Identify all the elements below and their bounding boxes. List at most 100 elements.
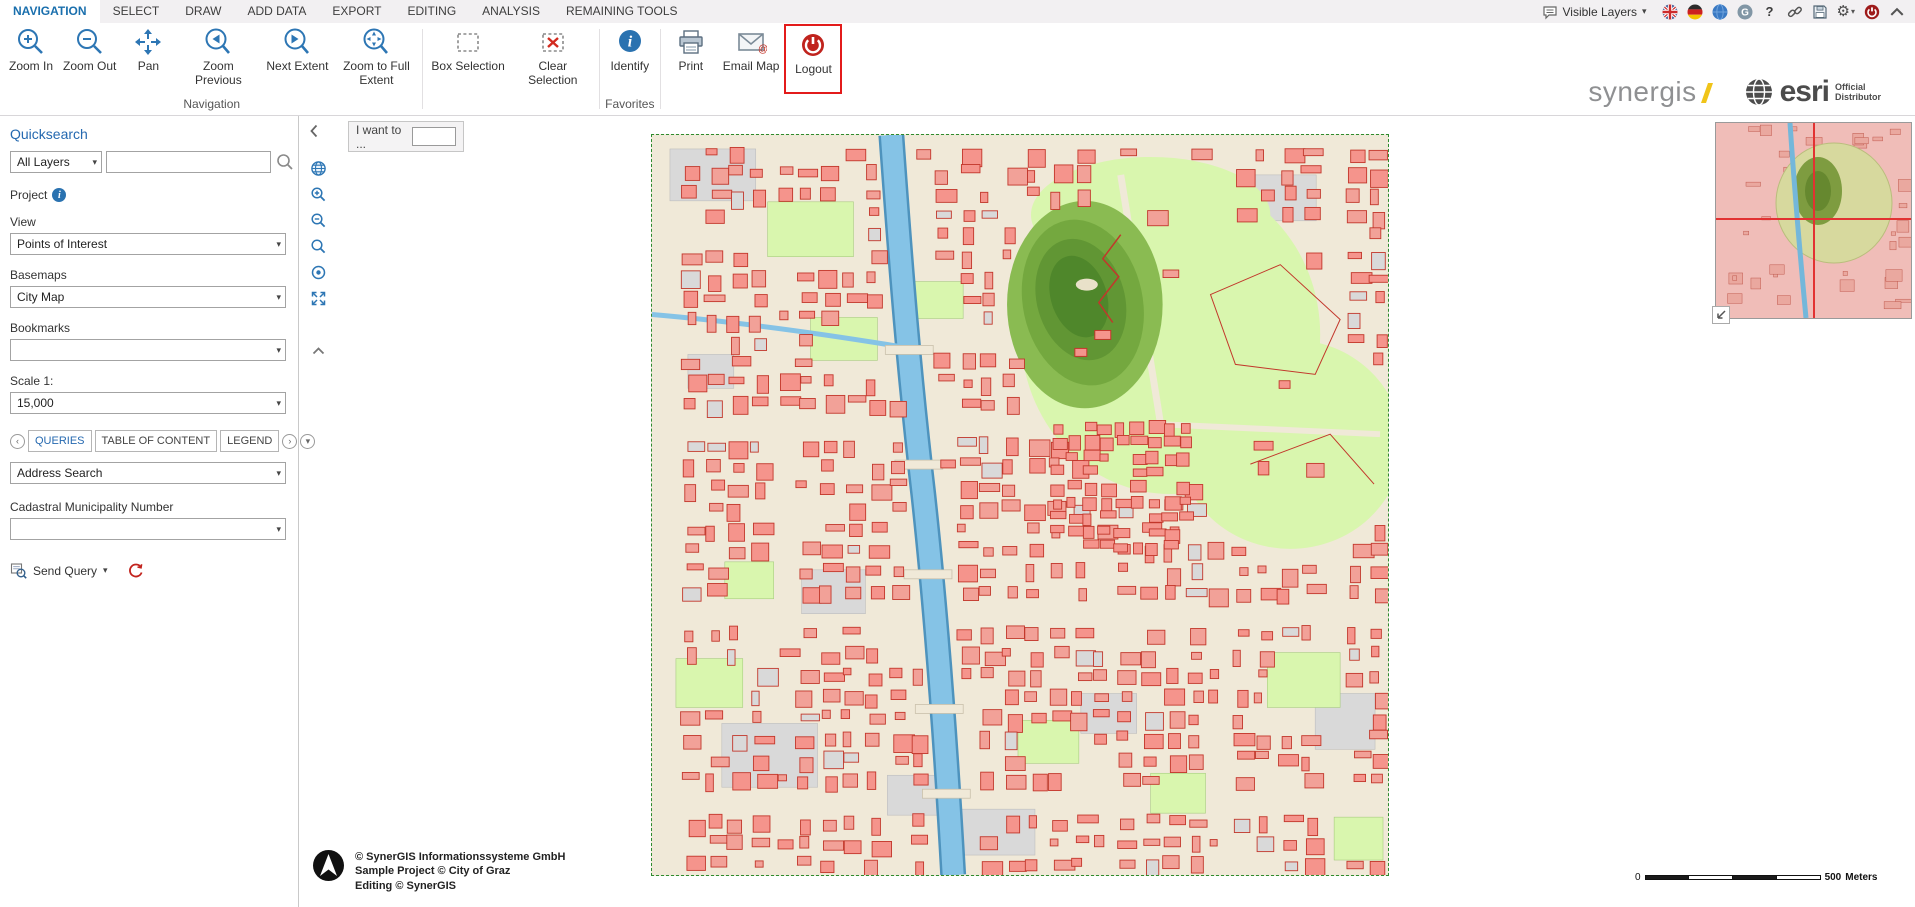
zoom-in-label: Zoom In bbox=[9, 60, 53, 74]
zoom-in-icon bbox=[15, 26, 47, 58]
basemap-select-value: City Map bbox=[17, 290, 64, 304]
caret-down-icon: ▾ bbox=[276, 340, 281, 360]
language-english-flag-icon[interactable] bbox=[1662, 4, 1678, 20]
i-want-to-input[interactable] bbox=[412, 127, 456, 146]
tab-export[interactable]: EXPORT bbox=[319, 0, 394, 23]
send-query-button[interactable]: Send Query bbox=[33, 564, 97, 578]
next-extent-label: Next Extent bbox=[266, 60, 328, 74]
esri-subtitle: Official Distributor bbox=[1835, 82, 1881, 103]
help-icon[interactable]: ? bbox=[1762, 4, 1778, 20]
language-german-flag-icon[interactable] bbox=[1687, 4, 1703, 20]
tabstrip-scroll-right-icon[interactable]: › bbox=[282, 434, 297, 449]
power-logoff-icon[interactable] bbox=[1864, 4, 1880, 20]
link-icon[interactable] bbox=[1787, 4, 1803, 20]
tab-select[interactable]: SELECT bbox=[100, 0, 173, 23]
zoom-in-button[interactable]: Zoom In bbox=[4, 23, 58, 77]
layers-select[interactable]: All Layers ▾ bbox=[10, 151, 102, 173]
settings-gear-button[interactable]: ⚙ ▾ bbox=[1837, 4, 1855, 19]
bookmark-select[interactable]: ▾ bbox=[10, 339, 286, 361]
tab-add-data[interactable]: ADD DATA bbox=[234, 0, 319, 23]
tabstrip-menu-icon[interactable]: ▾ bbox=[300, 434, 315, 449]
scale-bar-unit-label: Meters bbox=[1845, 872, 1877, 883]
query-select[interactable]: Address Search ▾ bbox=[10, 462, 286, 484]
next-extent-icon bbox=[281, 26, 313, 58]
basemaps-label: Basemaps bbox=[10, 268, 286, 282]
svg-text:@: @ bbox=[758, 44, 767, 55]
zoom-full-extent-button[interactable]: Zoom to Full Extent bbox=[333, 23, 419, 91]
map-zoom-in-icon[interactable] bbox=[310, 186, 327, 203]
project-info-icon[interactable]: i bbox=[52, 188, 66, 202]
esri-globe-icon bbox=[1744, 77, 1774, 107]
search-icon[interactable] bbox=[275, 152, 295, 172]
map-zoom-window-icon[interactable] bbox=[310, 238, 327, 255]
tab-draw[interactable]: DRAW bbox=[172, 0, 234, 23]
map-viewport[interactable] bbox=[651, 134, 1389, 876]
globe-overview-icon[interactable] bbox=[310, 160, 327, 177]
ribbon-toolbar: Zoom In Zoom Out Pan Zoom Previous Next … bbox=[0, 23, 1915, 116]
scale-select-value: 15,000 bbox=[17, 396, 54, 410]
zoom-out-button[interactable]: Zoom Out bbox=[58, 23, 121, 77]
send-query-caret-icon[interactable]: ▾ bbox=[103, 565, 108, 576]
visible-layers-button[interactable]: Visible Layers ▾ bbox=[1536, 3, 1653, 21]
identify-button[interactable]: i Identify bbox=[603, 23, 657, 77]
reset-query-icon[interactable] bbox=[128, 563, 144, 579]
svg-text:i: i bbox=[628, 34, 633, 51]
overview-map-graphic bbox=[1716, 123, 1911, 318]
tab-analysis[interactable]: ANALYSIS bbox=[469, 0, 553, 23]
cadastral-select[interactable]: ▾ bbox=[10, 518, 286, 540]
box-selection-button[interactable]: Box Selection bbox=[426, 23, 509, 77]
g-badge-icon[interactable]: G bbox=[1737, 4, 1753, 20]
zoom-previous-icon bbox=[202, 26, 234, 58]
map-center-target-icon[interactable] bbox=[310, 264, 327, 281]
basemap-select[interactable]: City Map ▾ bbox=[10, 286, 286, 308]
caret-down-icon: ▾ bbox=[276, 287, 281, 307]
map-zoom-out-icon[interactable] bbox=[310, 212, 327, 229]
zoom-previous-label: Zoom Previous bbox=[180, 60, 256, 88]
sidebar-tab-queries[interactable]: QUERIES bbox=[28, 430, 92, 452]
copyright-line-3: Editing © SynerGIS bbox=[355, 879, 565, 893]
caret-down-icon: ▾ bbox=[276, 463, 281, 483]
scale-bar-segment bbox=[1733, 875, 1777, 880]
scale-bar: 0 500 Meters bbox=[1635, 872, 1878, 883]
bookmarks-label: Bookmarks bbox=[10, 321, 286, 335]
sidebar-tab-table-of-content[interactable]: TABLE OF CONTENT bbox=[95, 430, 218, 452]
clear-selection-button[interactable]: Clear Selection bbox=[510, 23, 596, 91]
ribbon-group-label bbox=[426, 98, 595, 115]
map-full-extent-icon[interactable] bbox=[310, 290, 327, 307]
logout-power-icon bbox=[797, 29, 829, 61]
layers-bubble-icon bbox=[1542, 4, 1558, 20]
view-label: View bbox=[10, 215, 286, 229]
caret-down-icon: ▾ bbox=[92, 152, 97, 172]
blue-globe-icon[interactable] bbox=[1712, 4, 1728, 20]
tab-navigation[interactable]: NAVIGATION bbox=[0, 0, 100, 23]
scale-select[interactable]: 15,000 ▾ bbox=[10, 392, 286, 414]
tab-remaining-tools[interactable]: REMAINING TOOLS bbox=[553, 0, 691, 23]
map-toolbar-collapse-chevron-up-icon[interactable] bbox=[311, 346, 326, 356]
scale-label: Scale 1: bbox=[10, 374, 286, 388]
print-button[interactable]: Print bbox=[664, 23, 718, 77]
collapse-ribbon-chevron-up-icon[interactable] bbox=[1889, 4, 1905, 20]
sidebar-tab-legend[interactable]: LEGEND bbox=[220, 430, 279, 452]
email-map-label: Email Map bbox=[723, 60, 780, 74]
weboffice-app: NAVIGATION SELECT DRAW ADD DATA EXPORT E… bbox=[0, 0, 1915, 907]
email-map-button[interactable]: @ Email Map bbox=[718, 23, 785, 77]
caret-down-icon: ▾ bbox=[276, 393, 281, 413]
overview-collapse-handle[interactable] bbox=[1712, 306, 1730, 324]
ribbon-separator bbox=[599, 29, 600, 109]
pan-button[interactable]: Pan bbox=[121, 23, 175, 77]
synergis-logo-text: synergis bbox=[1588, 76, 1696, 108]
save-icon[interactable] bbox=[1812, 4, 1828, 20]
view-select[interactable]: Points of Interest ▾ bbox=[10, 233, 286, 255]
scale-bar-segment bbox=[1689, 875, 1733, 880]
overview-map[interactable] bbox=[1715, 122, 1912, 319]
zoom-previous-button[interactable]: Zoom Previous bbox=[175, 23, 261, 91]
logout-button[interactable]: Logout bbox=[786, 26, 840, 80]
print-label: Print bbox=[678, 60, 703, 74]
quicksearch-input[interactable] bbox=[106, 151, 271, 173]
tab-editing[interactable]: EDITING bbox=[395, 0, 470, 23]
tabstrip-scroll-left-icon[interactable]: ‹ bbox=[10, 434, 25, 449]
sidebar-collapse-button[interactable] bbox=[305, 121, 323, 141]
next-extent-button[interactable]: Next Extent bbox=[261, 23, 333, 77]
send-query-icon[interactable] bbox=[10, 562, 27, 579]
scale-bar-end-label: 500 bbox=[1825, 872, 1842, 883]
